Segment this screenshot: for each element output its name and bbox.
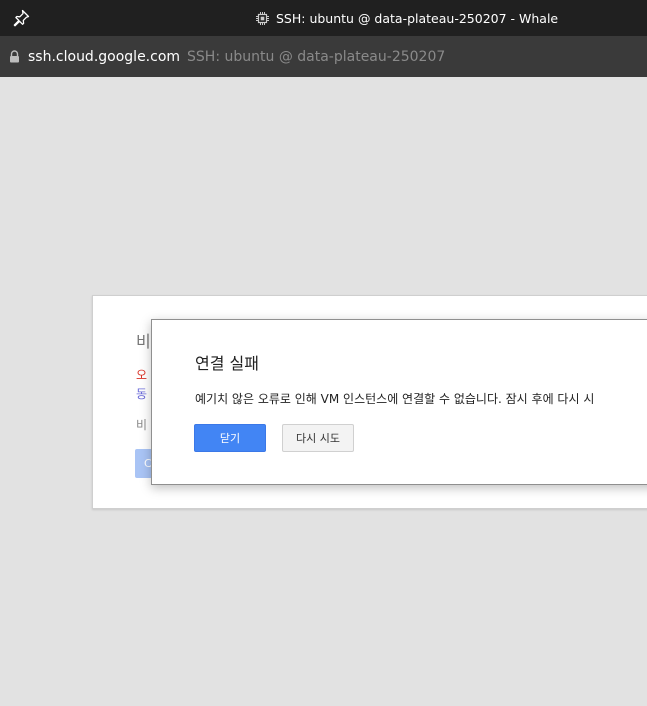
dialog-message: 예기치 않은 오류로 인해 VM 인스턴스에 연결할 수 없습니다. 잠시 후에… <box>195 392 595 406</box>
address-page-title: SSH: ubuntu @ data-plateau-250207 <box>187 48 446 65</box>
address-domain[interactable]: ssh.cloud.google.com <box>28 49 180 65</box>
address-bar[interactable]: ssh.cloud.google.com SSH: ubuntu @ data-… <box>0 36 647 77</box>
window-title: SSH: ubuntu @ data-plateau-250207 - Whal… <box>276 10 559 26</box>
background-card-note: 비 <box>136 418 148 432</box>
retry-button[interactable]: 다시 시도 <box>282 424 354 452</box>
window-title-wrap: SSH: ubuntu @ data-plateau-250207 - Whal… <box>255 0 558 36</box>
dialog-title: 연결 실패 <box>195 354 259 373</box>
background-card-link[interactable]: 동 <box>136 385 147 402</box>
close-button[interactable]: 닫기 <box>194 424 266 452</box>
page-content: 비 오 동 비 C 연결 실패 예기치 않은 오류로 인해 VM 인스턴스에 연… <box>0 77 647 706</box>
window-titlebar: SSH: ubuntu @ data-plateau-250207 - Whal… <box>0 0 647 36</box>
connection-failed-dialog: 연결 실패 예기치 않은 오류로 인해 VM 인스턴스에 연결할 수 없습니다.… <box>151 319 647 485</box>
lock-icon <box>10 50 19 63</box>
background-card-error-text: 오 <box>136 368 148 382</box>
chip-icon <box>256 11 269 25</box>
pin-icon[interactable] <box>11 8 31 28</box>
background-card-heading: 비 <box>136 332 151 351</box>
